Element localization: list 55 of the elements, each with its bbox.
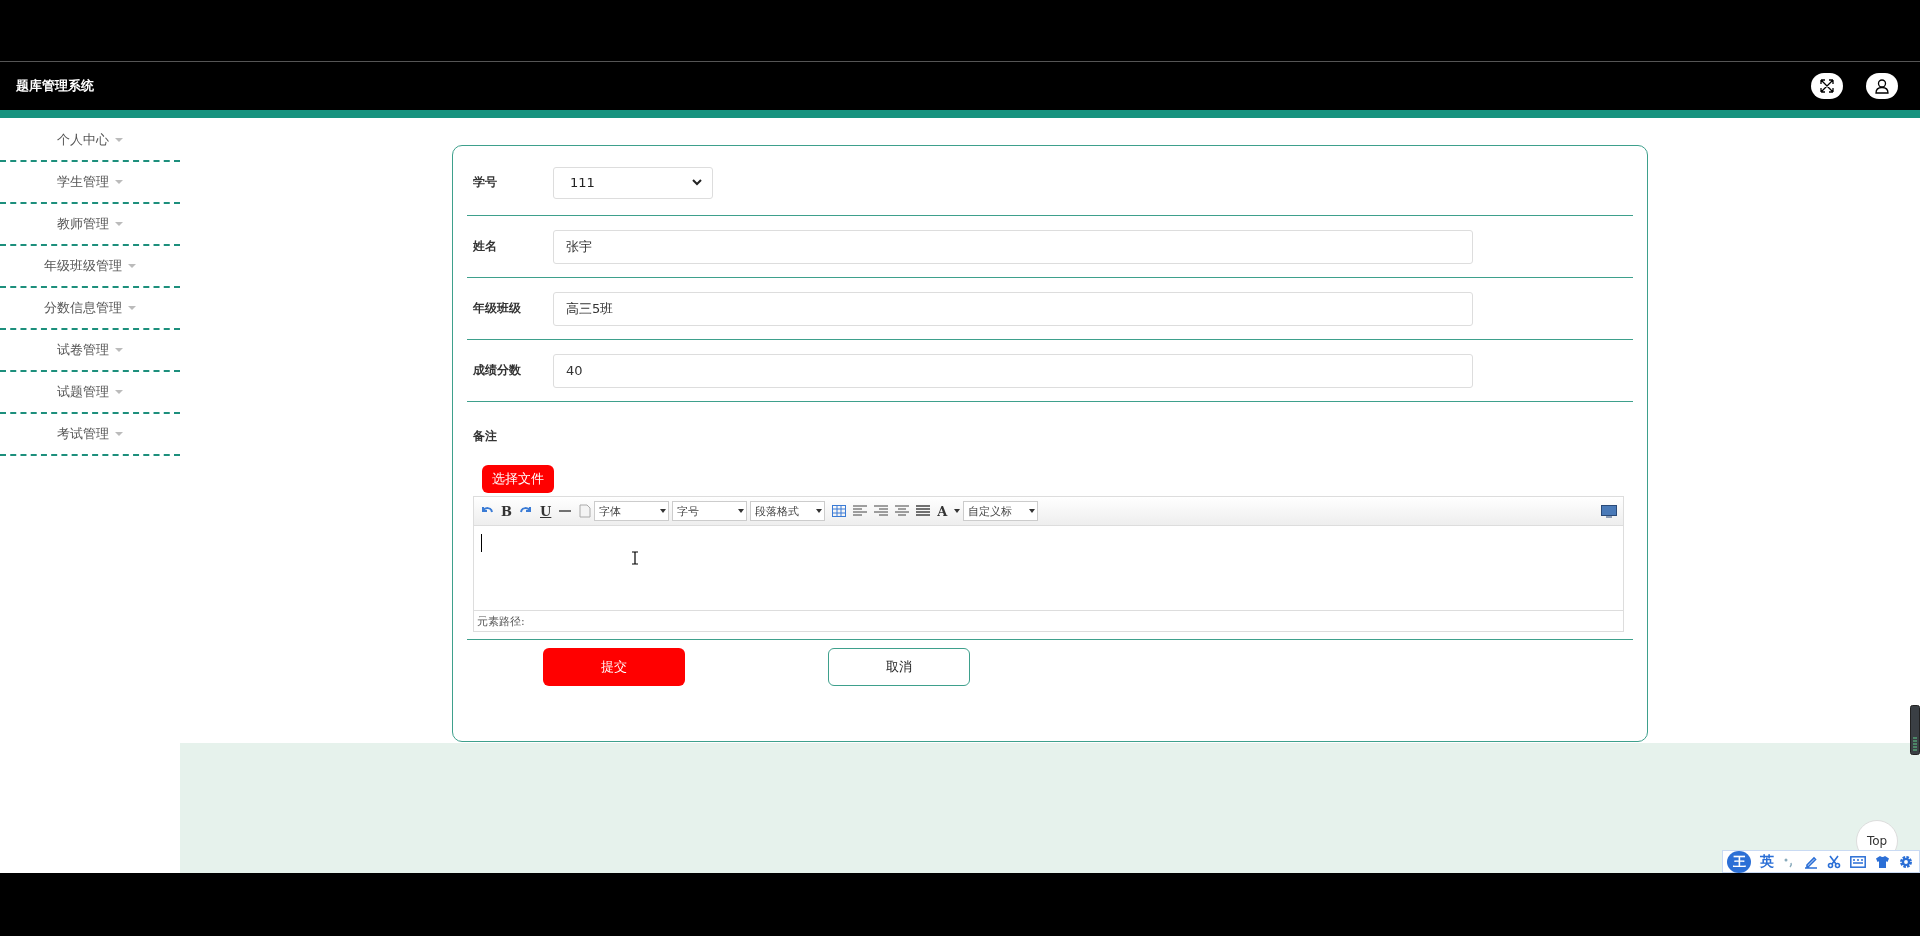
ime-mode-toggle[interactable]: 英: [1760, 852, 1774, 871]
text-cursor: [481, 534, 482, 552]
field-label: 成绩分数: [472, 362, 522, 379]
side-widget-icon[interactable]: [1910, 705, 1920, 755]
underline-tool[interactable]: U: [540, 503, 552, 519]
field-label: 备注: [473, 428, 498, 445]
font-size-dropdown[interactable]: 字号: [672, 501, 748, 521]
paragraph-format-dropdown[interactable]: 段落格式: [750, 501, 826, 521]
custom-title-dropdown[interactable]: 自定义标: [963, 501, 1039, 521]
font-color-tool[interactable]: A: [937, 503, 948, 519]
bold-tool[interactable]: B: [501, 503, 512, 519]
input-field[interactable]: 张宇: [553, 229, 1473, 264]
scissors-icon[interactable]: [1827, 854, 1841, 869]
align-right-icon[interactable]: [874, 505, 889, 517]
field-label: 学号: [472, 174, 498, 191]
caret-icon: [660, 509, 667, 513]
expand-icon: [1819, 78, 1835, 94]
justify-icon[interactable]: [916, 505, 931, 517]
choose-file-button[interactable]: 选择文件: [482, 465, 554, 493]
caret-icon: [115, 179, 123, 185]
caret-icon: [115, 347, 123, 353]
input-field[interactable]: 高三5班: [553, 291, 1473, 326]
chevron-down-icon: [692, 179, 702, 186]
fullscreen-button[interactable]: [1811, 73, 1843, 99]
user-icon: [1874, 78, 1890, 94]
table-icon[interactable]: [832, 505, 847, 517]
cancel-button[interactable]: 取消: [828, 648, 970, 686]
submit-button[interactable]: 提交: [543, 648, 685, 686]
pen-icon[interactable]: [1804, 854, 1818, 869]
caret-icon: [115, 389, 123, 395]
keyboard-icon[interactable]: [1850, 855, 1866, 868]
caret-icon: [128, 305, 136, 311]
select-field[interactable]: 111: [553, 166, 713, 199]
align-left-icon[interactable]: [853, 505, 868, 517]
element-path-label: 元素路径:: [477, 613, 525, 629]
caret-icon: [115, 221, 123, 227]
app-title: 题库管理系统: [16, 77, 94, 95]
caret-icon: [816, 509, 823, 513]
ime-logo[interactable]: 王: [1727, 850, 1751, 873]
i-beam-cursor-icon: [631, 551, 639, 565]
caret-icon: [738, 509, 745, 513]
field-label: 姓名: [472, 238, 498, 255]
caret-icon: [128, 263, 136, 269]
shirt-icon[interactable]: [1875, 854, 1890, 869]
input-field[interactable]: 40: [553, 353, 1473, 388]
font-family-dropdown[interactable]: 字体: [594, 501, 670, 521]
align-center-icon[interactable]: [895, 505, 910, 517]
caret-icon: [115, 137, 123, 143]
caret-icon: [115, 431, 123, 437]
field-label: 年级班级: [472, 300, 522, 317]
settings-icon[interactable]: [1899, 854, 1913, 869]
caret-icon: [954, 509, 961, 513]
user-button[interactable]: [1866, 73, 1898, 99]
monitor-icon[interactable]: [1601, 504, 1617, 518]
caret-icon: [1029, 509, 1036, 513]
